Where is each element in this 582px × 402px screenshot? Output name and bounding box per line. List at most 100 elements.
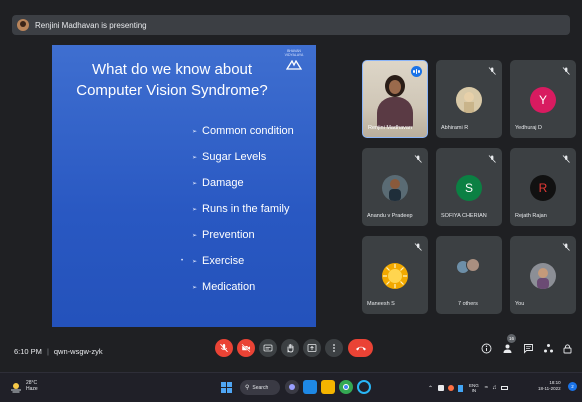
participant-letter-avatar: Y xyxy=(530,87,556,113)
info-icon xyxy=(481,343,491,353)
bullet-arrow-icon: ➢ xyxy=(192,154,198,161)
participant-name: SOFIYA CHERIAN xyxy=(441,213,487,219)
folder-icon[interactable] xyxy=(321,380,335,394)
participant-name: Renjini Madhavan xyxy=(368,125,413,131)
chat-button[interactable] xyxy=(521,341,535,355)
tray-overflow-icon[interactable]: ⌃ xyxy=(428,385,433,392)
bullet-arrow-icon: ➢ xyxy=(192,232,198,239)
camera-off-icon xyxy=(241,343,251,353)
slide-title: What do we know about Computer Vision Sy… xyxy=(52,59,292,101)
mic-off-icon xyxy=(220,343,228,353)
participant-photo xyxy=(382,263,408,289)
input-language[interactable]: ENG IN xyxy=(469,383,479,393)
participant-tile-others[interactable]: 7 others xyxy=(436,236,502,314)
mic-off-icon xyxy=(414,155,422,163)
bullet-arrow-icon: ➢ xyxy=(192,284,198,291)
meeting-control-bar: 6:10 PM | qwn-wsgw-zyk 16 xyxy=(0,330,582,370)
notification-badge[interactable]: 2 xyxy=(568,382,577,391)
file-explorer-icon[interactable] xyxy=(303,380,317,394)
weather-widget[interactable]: 28°C Haze xyxy=(10,380,38,393)
slide-bullet-text: Damage xyxy=(202,177,244,189)
search-icon: ⚲ xyxy=(245,385,250,391)
camera-toggle-button[interactable] xyxy=(237,339,255,357)
participant-name: Anandu v Pradeep xyxy=(367,213,413,219)
participant-name: 7 others xyxy=(458,301,478,307)
slide-title-line-1: What do we know about xyxy=(91,61,253,78)
bullet-arrow-icon: ➢ xyxy=(192,206,198,213)
slide-bullet-text: Medication xyxy=(202,281,256,293)
weather-description: Haze xyxy=(26,386,38,392)
pointer-dot-icon: • xyxy=(181,258,184,264)
people-button[interactable] xyxy=(500,341,514,355)
present-screen-button[interactable] xyxy=(303,339,321,357)
meet-window: Renjini Madhavan is presenting What do w… xyxy=(0,0,582,402)
participant-photo xyxy=(530,263,556,289)
presenter-avatar xyxy=(17,19,29,31)
start-button[interactable] xyxy=(221,382,232,393)
participant-tile-presenter[interactable]: Renjini Madhavan xyxy=(362,60,428,138)
speaking-indicator-icon xyxy=(411,66,422,77)
slide-bullet-list: ➢ Common condition ➢ Sugar Levels ➢ Damage ➢ Ru… xyxy=(181,118,316,300)
system-tray: ⌃ ENG IN ≈ ♫ xyxy=(428,380,508,396)
slide-bullet-text: Sugar Levels xyxy=(202,151,267,163)
present-icon xyxy=(307,344,317,352)
participant-tile[interactable]: Abhirami R xyxy=(436,60,502,138)
mic-off-icon xyxy=(562,67,570,75)
slide-bullet: • ➢ Exercise xyxy=(181,248,316,274)
participant-letter-avatar: S xyxy=(456,175,482,201)
slide-bullet-text: Prevention xyxy=(202,229,255,241)
people-icon xyxy=(503,344,511,353)
mic-off-icon xyxy=(488,155,496,163)
weather-haze-icon xyxy=(11,383,21,393)
people-count-badge: 16 xyxy=(507,334,516,343)
task-view-icon[interactable] xyxy=(285,380,299,394)
participant-tile-self[interactable]: You xyxy=(510,236,576,314)
participant-letter-avatar: R xyxy=(530,175,556,201)
captions-icon xyxy=(263,344,273,352)
mic-toggle-button[interactable] xyxy=(215,339,233,357)
host-controls-button[interactable] xyxy=(560,341,574,355)
slide-bullet-text: Exercise xyxy=(202,255,245,267)
mic-off-icon xyxy=(562,155,570,163)
taskbar-clock[interactable]: 18:10 18-11-2022 xyxy=(538,380,561,392)
speaker-icon[interactable]: ♫ xyxy=(492,385,497,391)
slide-title-line-2: Computer Vision Syndrome? xyxy=(76,82,268,99)
slide-bullet-text: Common condition xyxy=(202,125,294,137)
hand-icon xyxy=(287,343,294,353)
presenting-banner: Renjini Madhavan is presenting xyxy=(12,15,570,35)
others-avatar-group xyxy=(456,258,486,280)
meeting-details-button[interactable] xyxy=(479,341,493,355)
slide-logo: BHAVAN VIDYALAYA xyxy=(278,49,310,70)
more-options-button[interactable] xyxy=(325,339,343,357)
slide-bullet: ➢ Medication xyxy=(192,274,316,300)
cortana-icon[interactable] xyxy=(357,380,371,394)
activities-button[interactable] xyxy=(541,341,555,355)
participant-name: Yedhuraj D xyxy=(515,125,543,131)
participant-photo xyxy=(382,175,408,201)
participant-tile[interactable]: S SOFIYA CHERIAN xyxy=(436,148,502,226)
participant-name: Abhirami R xyxy=(441,125,469,131)
participant-name: You xyxy=(515,301,525,307)
captions-button[interactable] xyxy=(259,339,277,357)
slide-bullet-text: Runs in the family xyxy=(202,203,290,215)
meeting-time: 6:10 PM xyxy=(14,347,42,356)
chrome-icon[interactable] xyxy=(339,380,353,394)
participant-tile[interactable]: R Rejath Rajan xyxy=(510,148,576,226)
mic-off-icon xyxy=(488,67,496,75)
raise-hand-button[interactable] xyxy=(281,339,299,357)
taskbar-search[interactable]: ⚲ Search xyxy=(240,380,280,395)
battery-icon[interactable] xyxy=(500,386,508,390)
slide-bullet: ➢ Prevention xyxy=(192,222,316,248)
security-icon[interactable] xyxy=(458,384,464,392)
participant-tile[interactable]: Maneesh S xyxy=(362,236,428,314)
mic-off-icon xyxy=(414,243,422,251)
participant-tile[interactable]: Y Yedhuraj D xyxy=(510,60,576,138)
os-taskbar: 28°C Haze ⚲ Search ⌃ ENG IN ≈ ♫ 18:10 18… xyxy=(0,372,582,402)
participant-tile[interactable]: Anandu v Pradeep xyxy=(362,148,428,226)
wifi-icon[interactable]: ≈ xyxy=(485,385,488,391)
participant-photo xyxy=(456,87,482,113)
clock-date: 18-11-2022 xyxy=(538,386,561,391)
leave-call-button[interactable] xyxy=(348,339,373,357)
app-tray-icon[interactable] xyxy=(448,385,455,391)
cloud-icon[interactable] xyxy=(438,385,445,391)
